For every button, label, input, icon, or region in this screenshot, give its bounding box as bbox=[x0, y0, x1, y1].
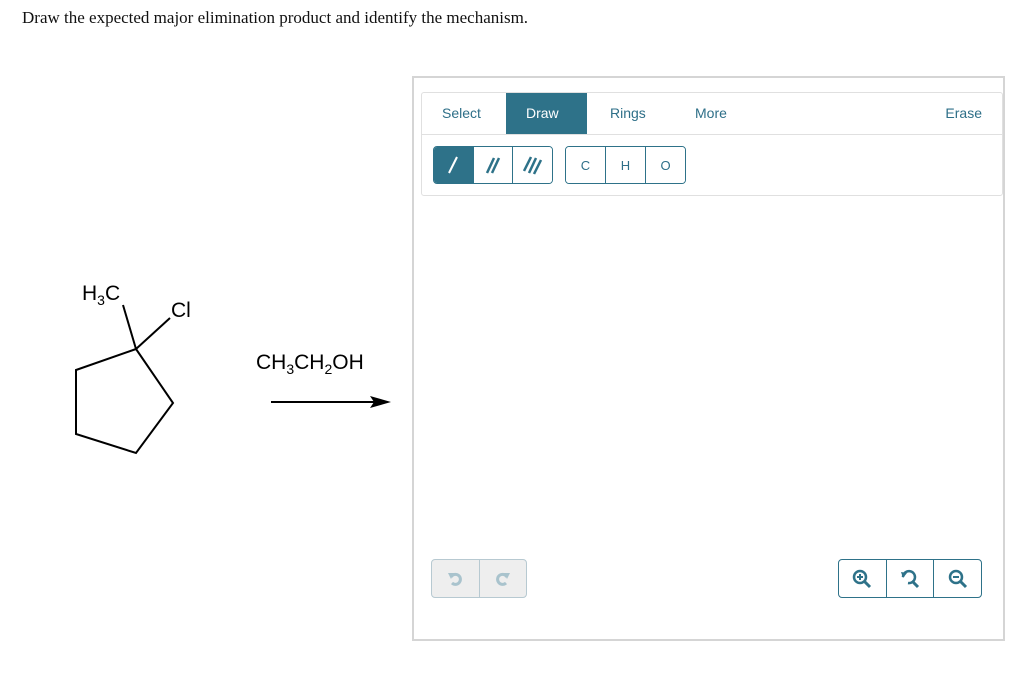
bond-tools bbox=[433, 146, 553, 184]
tab-rings[interactable]: Rings bbox=[590, 93, 666, 134]
zoom-reset-button[interactable] bbox=[885, 560, 934, 597]
methyl-bond bbox=[122, 304, 137, 350]
atom-c-button[interactable]: C bbox=[566, 147, 605, 183]
triple-bond-icon bbox=[522, 156, 542, 175]
tab-erase[interactable]: Erase bbox=[925, 93, 1002, 134]
redo-button[interactable] bbox=[478, 560, 527, 597]
double-bond-button[interactable] bbox=[472, 147, 513, 183]
zoom-in-icon bbox=[853, 569, 872, 588]
history-controls bbox=[431, 559, 527, 598]
tab-more[interactable]: More bbox=[675, 93, 747, 134]
reaction-diagram: H3C Cl CH3CH2OH bbox=[75, 282, 391, 455]
zoom-reset-icon bbox=[901, 569, 920, 588]
reaction-scheme: H3C Cl CH3CH2OH bbox=[0, 0, 410, 686]
tab-draw[interactable]: Draw bbox=[506, 93, 587, 134]
chloro-bond bbox=[135, 317, 171, 350]
triple-bond-button[interactable] bbox=[512, 147, 552, 183]
single-bond-icon bbox=[448, 156, 459, 174]
atom-o-button[interactable]: O bbox=[645, 147, 685, 183]
zoom-out-icon bbox=[948, 569, 967, 588]
atom-h-button[interactable]: H bbox=[605, 147, 645, 183]
undo-button[interactable] bbox=[432, 560, 479, 597]
methyl-label: H3C bbox=[82, 282, 120, 308]
cyclopentane-ring bbox=[75, 348, 175, 455]
zoom-controls bbox=[838, 559, 982, 598]
chloro-label: Cl bbox=[171, 299, 191, 322]
zoom-in-button[interactable] bbox=[839, 560, 886, 597]
redo-icon bbox=[495, 572, 510, 586]
zoom-out-button[interactable] bbox=[933, 560, 981, 597]
double-bond-icon bbox=[485, 157, 501, 174]
atom-tools: C H O bbox=[565, 146, 686, 184]
editor-toolbar: Select Draw Rings More Erase C H O bbox=[421, 92, 1003, 196]
tab-bar: Select Draw Rings More Erase bbox=[422, 93, 1002, 135]
structure-editor[interactable]: Select Draw Rings More Erase C H O bbox=[412, 76, 1005, 641]
single-bond-button[interactable] bbox=[434, 147, 473, 183]
undo-icon bbox=[448, 572, 463, 586]
reagent-label: CH3CH2OH bbox=[256, 351, 364, 377]
tab-select[interactable]: Select bbox=[422, 93, 501, 134]
